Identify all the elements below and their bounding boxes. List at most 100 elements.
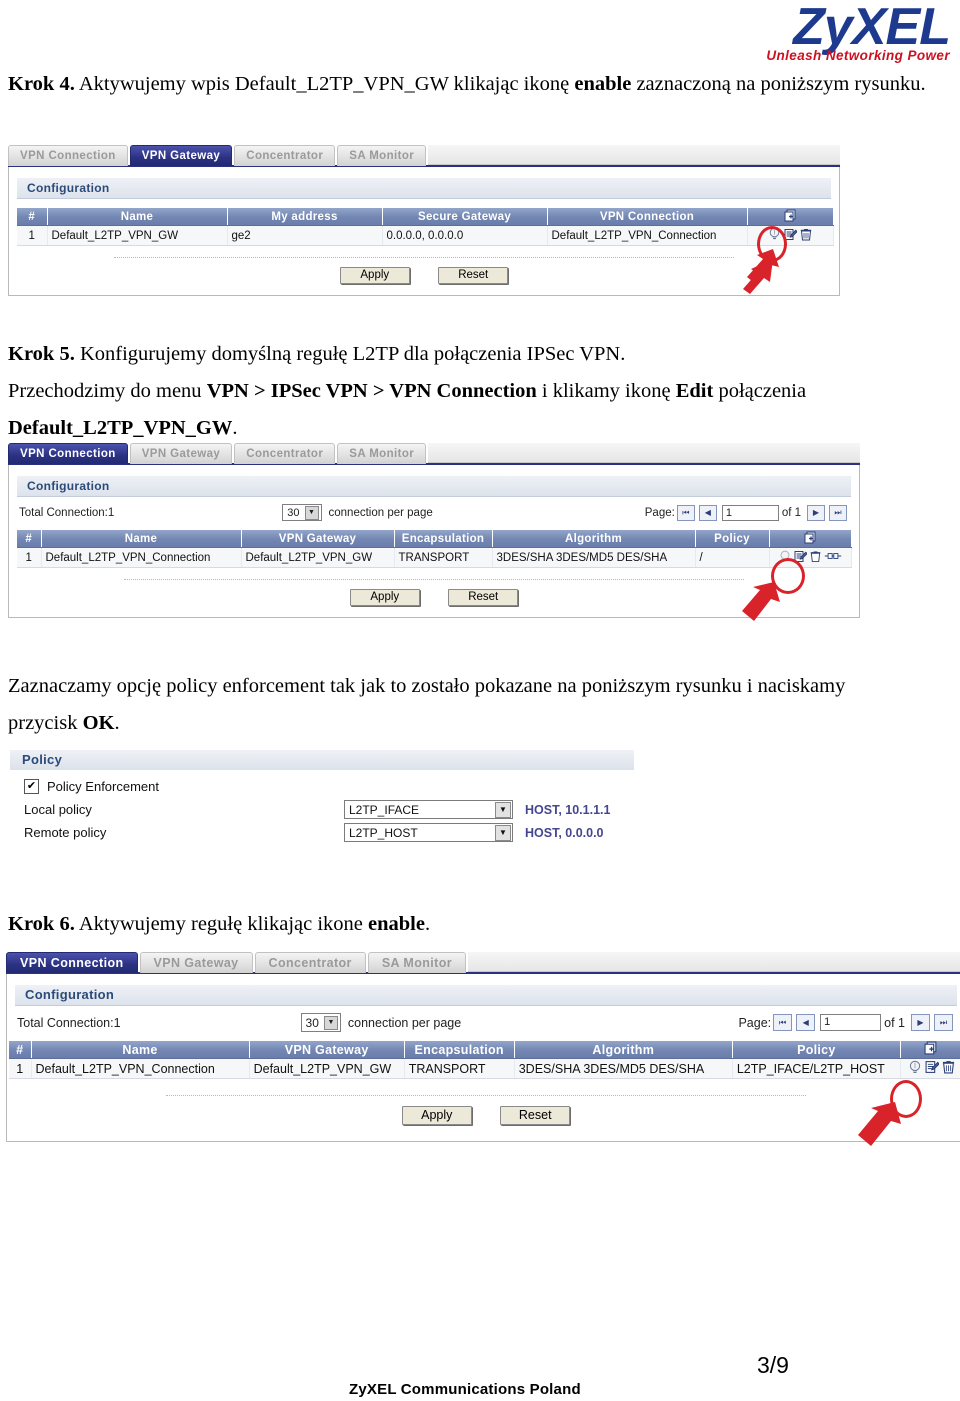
page-input-2[interactable]: 1 — [721, 504, 779, 521]
local-policy-detail: HOST, 10.1.1.1 — [525, 802, 611, 817]
enable-bulb-icon[interactable] — [768, 227, 781, 244]
cell-num: 1 — [17, 225, 48, 246]
apply-button[interactable]: Apply — [339, 267, 410, 284]
reset-button[interactable]: Reset — [438, 267, 509, 284]
trash-icon-2[interactable] — [810, 550, 821, 566]
col-num-3: # — [9, 1041, 32, 1059]
trash-icon[interactable] — [800, 228, 812, 244]
col-num: # — [17, 208, 48, 226]
enable-bulb-icon-2[interactable] — [779, 550, 791, 566]
per-page-select-2[interactable]: 30 ▼ — [282, 504, 322, 521]
next-page-icon-3[interactable]: ▶ — [911, 1014, 930, 1031]
tabbar-1: VPN Connection VPN Gateway Concentrator … — [8, 143, 840, 167]
panel-header-policy: Policy — [10, 750, 634, 770]
apply-button-3[interactable]: Apply — [401, 1106, 472, 1125]
col-secure-gateway: Secure Gateway — [382, 208, 548, 226]
policy-enforcement-label: Policy Enforcement — [47, 779, 159, 794]
prev-page-icon-3[interactable]: ◀ — [796, 1014, 816, 1031]
reset-button-2[interactable]: Reset — [448, 589, 519, 606]
tab-vpn-gateway-2[interactable]: VPN Gateway — [129, 443, 233, 464]
local-policy-label: Local policy — [24, 802, 92, 817]
reset-button-3[interactable]: Reset — [500, 1106, 571, 1125]
first-page-icon-3[interactable]: ⏮ — [773, 1014, 793, 1031]
tab-concentrator[interactable]: Concentrator — [234, 145, 336, 166]
tab-concentrator-3[interactable]: Concentrator — [254, 952, 366, 973]
per-page-label-3: connection per page — [347, 1015, 462, 1030]
screenshot-vpn-gateway: VPN Connection VPN Gateway Concentrator … — [8, 143, 840, 296]
chevron-down-icon-2: ▼ — [304, 505, 319, 520]
remote-policy-label: Remote policy — [24, 825, 107, 840]
policy-enforcement-checkbox[interactable]: ✔ — [24, 779, 39, 794]
step-5-line2-b: i klikamy ikonę — [536, 380, 676, 402]
tab-vpn-gateway[interactable]: VPN Gateway — [129, 145, 233, 166]
first-page-icon-2[interactable]: ⏮ — [676, 504, 695, 521]
step-5-label: Krok 5. — [8, 343, 75, 365]
cell-algorithm-3: 3DES/SHA 3DES/MD5 DES/SHA — [514, 1058, 733, 1079]
edit-icon-2[interactable] — [794, 550, 808, 566]
chevron-down-icon-remote: ▼ — [495, 824, 511, 841]
cell-name-3: Default_L2TP_VPN_Connection — [31, 1058, 250, 1079]
per-page-select-3[interactable]: 30 ▼ — [300, 1013, 341, 1032]
step-4-label: Krok 4. — [8, 73, 75, 95]
tab-sa-monitor[interactable]: SA Monitor — [337, 145, 427, 166]
next-page-icon-2[interactable]: ▶ — [807, 504, 825, 521]
step-4-text-before: Aktywujemy wpis Default_L2TP_VPN_GW klik… — [74, 73, 575, 95]
connect-icon-2[interactable] — [824, 551, 842, 564]
screenshot-vpn-connection-1: VPN Connection VPN Gateway Concentrator … — [8, 441, 860, 618]
logo-wordmark: ZyXEL — [793, 0, 951, 56]
tab-vpn-connection[interactable]: VPN Connection — [8, 145, 128, 166]
panel-header-configuration-2: Configuration — [17, 476, 851, 497]
table-header-row-3: # Name VPN Gateway Encapsulation Algorit… — [9, 1041, 960, 1059]
tab-vpn-connection-2[interactable]: VPN Connection — [8, 443, 128, 464]
add-icon-3[interactable] — [924, 1041, 938, 1058]
col-vpn-gateway-3: VPN Gateway — [249, 1041, 405, 1059]
last-page-icon-3[interactable]: ⏭ — [934, 1014, 953, 1031]
window-body-2: Configuration Total Connection:1 30 ▼ co… — [8, 465, 860, 618]
cell-vpn-connection: Default_L2TP_VPN_Connection — [547, 225, 748, 246]
vpn-connection-table-2: # Name VPN Gateway Encapsulation Algorit… — [9, 1041, 960, 1079]
col-vpn-gateway-2: VPN Gateway — [241, 530, 395, 548]
tab-sa-monitor-2[interactable]: SA Monitor — [337, 443, 427, 464]
col-my-address: My address — [227, 208, 383, 226]
col-actions-2 — [769, 530, 852, 548]
step-5-text: Krok 5. Konfigurujemy domyślną regułę L2… — [8, 336, 938, 447]
step-5-gw-name: Default_L2TP_VPN_GW — [8, 417, 233, 439]
tab-sa-monitor-3[interactable]: SA Monitor — [367, 952, 467, 973]
col-num-2: # — [17, 530, 42, 548]
trash-icon-3[interactable] — [942, 1060, 955, 1077]
window-body-1: Configuration # Name My address Secure G… — [8, 167, 840, 296]
last-page-icon-2[interactable]: ⏭ — [829, 504, 847, 521]
chevron-down-icon-3: ▼ — [323, 1015, 338, 1030]
tab-vpn-gateway-3[interactable]: VPN Gateway — [139, 952, 253, 973]
page-input-3[interactable]: 1 — [820, 1014, 882, 1031]
add-icon-2[interactable] — [804, 531, 817, 547]
apply-button-2[interactable]: Apply — [349, 589, 420, 606]
button-row-2: Apply Reset — [9, 580, 859, 613]
col-policy-3: Policy — [732, 1041, 901, 1059]
edit-icon-3[interactable] — [925, 1060, 940, 1077]
tab-concentrator-2[interactable]: Concentrator — [234, 443, 336, 464]
edit-icon[interactable] — [784, 228, 798, 244]
cell-policy-3: L2TP_IFACE/L2TP_HOST — [732, 1058, 901, 1079]
cell-name-2: Default_L2TP_VPN_Connection — [41, 547, 242, 568]
page-of-label-3: of 1 — [884, 1015, 905, 1030]
policy-enforcement-row[interactable]: ✔ Policy Enforcement — [24, 779, 634, 794]
prev-page-icon-2[interactable]: ◀ — [698, 504, 717, 521]
tab-vpn-connection-3[interactable]: VPN Connection — [6, 952, 138, 973]
cell-actions-3 — [900, 1058, 960, 1079]
col-policy-2: Policy — [695, 530, 770, 548]
step-4-bold: enable — [574, 73, 632, 95]
remote-policy-value: L2TP_HOST — [349, 825, 418, 840]
step-5-line2-c: połączenia — [713, 380, 807, 402]
local-policy-select[interactable]: L2TP_IFACE ▼ — [344, 800, 513, 819]
add-icon[interactable] — [784, 209, 797, 225]
enable-bulb-icon-3[interactable] — [908, 1060, 922, 1078]
page-label-2: Page: — [644, 506, 675, 519]
window-body-3: Configuration Total Connection:1 30 ▼ co… — [6, 974, 960, 1142]
policy-note-text: Zaznaczamy opcję policy enforcement tak … — [8, 668, 938, 742]
policy-panel-body: ✔ Policy Enforcement Local policy L2TP_I… — [10, 770, 634, 843]
step-5-menu-path: VPN > IPSec VPN > VPN Connection — [206, 380, 537, 402]
table-header-row-2: # Name VPN Gateway Encapsulation Algorit… — [17, 530, 852, 548]
cell-encapsulation-2: TRANSPORT — [394, 547, 493, 568]
remote-policy-select[interactable]: L2TP_HOST ▼ — [344, 823, 513, 842]
